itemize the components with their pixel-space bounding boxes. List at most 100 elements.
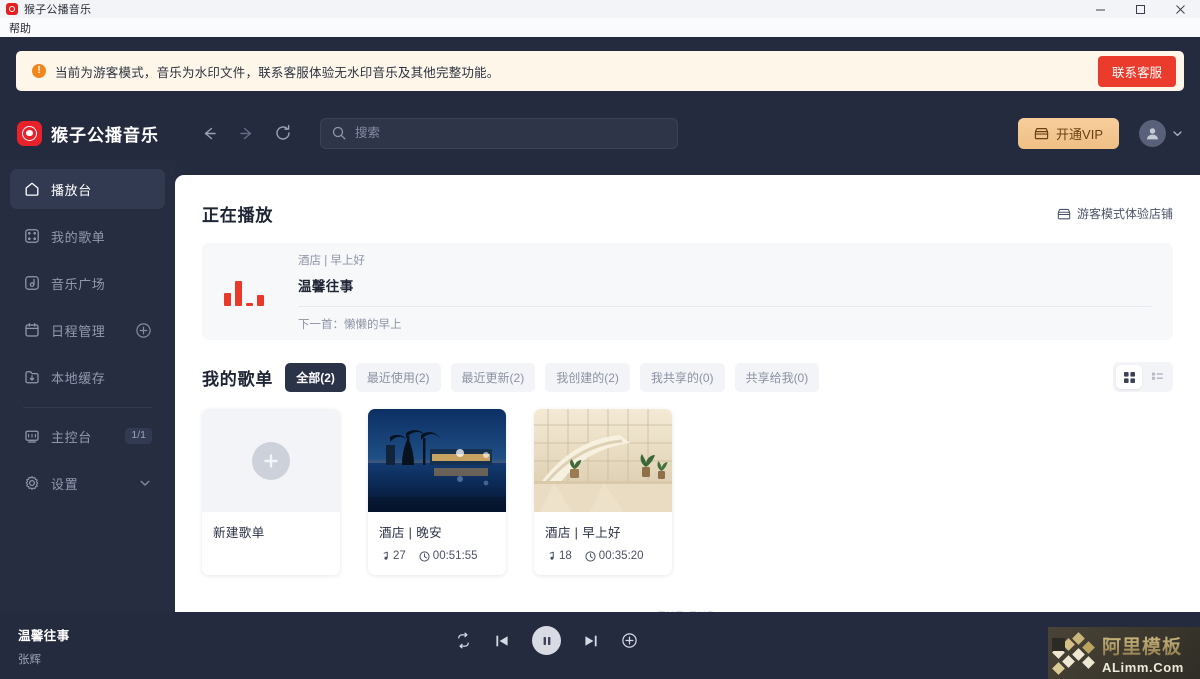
download-folder-icon (23, 369, 40, 385)
brand-name: 猴子公播音乐 (51, 121, 159, 146)
forward-arrow-icon[interactable] (237, 124, 256, 143)
home-icon (23, 181, 40, 197)
warning-icon: ! (32, 64, 46, 78)
playlist-cover-image (534, 409, 672, 512)
song-count: 18 (545, 550, 572, 562)
previous-icon[interactable] (494, 633, 510, 649)
search-icon (332, 126, 346, 140)
duration-value: 00:35:20 (599, 550, 644, 562)
refresh-icon[interactable] (274, 124, 292, 142)
monkey-logo-icon (17, 121, 42, 146)
back-arrow-icon[interactable] (200, 124, 219, 143)
sidebar-item-label: 音乐广场 (51, 274, 105, 293)
calendar-icon (23, 322, 40, 338)
grid-view-button[interactable] (1116, 365, 1142, 389)
menu-bar: 帮助 (0, 18, 1200, 37)
guest-mode-notice: ! 当前为游客模式，音乐为水印文件，联系客服体验无水印音乐及其他完整功能。 联系… (16, 51, 1184, 91)
list-view-button[interactable] (1144, 365, 1170, 389)
card-title: 新建歌单 (213, 522, 329, 541)
clock-icon (585, 551, 596, 562)
maximize-button[interactable] (1120, 0, 1160, 18)
filter-recently-updated[interactable]: 最近更新(2) (451, 363, 536, 392)
now-playing-header: 正在播放 游客模式体验店铺 (175, 175, 1200, 226)
card-title: 酒店 | 早上好 (545, 522, 661, 541)
brand: 猴子公播音乐 (17, 121, 159, 146)
duration: 00:35:20 (585, 550, 644, 562)
card-meta: 27 00:51:55 (379, 550, 495, 562)
music-note-icon (545, 551, 556, 562)
watermark-en: ALimm.Com (1102, 660, 1184, 675)
watermark-cn: 阿里模板 (1102, 632, 1184, 659)
filter-shared-by-me[interactable]: 我共享的(0) (640, 363, 725, 392)
sidebar-item-music-square[interactable]: 音乐广场 (10, 263, 165, 303)
window-title: 猴子公播音乐 (24, 1, 91, 17)
filter-recently-used[interactable]: 最近使用(2) (356, 363, 441, 392)
now-playing-info: 酒店 | 早上好 温馨往事 下一首：懒懒的早上 (298, 252, 1151, 332)
sidebar-item-label: 播放台 (51, 180, 92, 199)
chevron-down-icon[interactable] (138, 476, 152, 490)
sidebar-item-console[interactable]: 主控台 1/1 (10, 416, 165, 456)
divider (298, 306, 1151, 307)
sidebar-item-local-cache[interactable]: 本地缓存 (10, 357, 165, 397)
sidebar-item-schedule[interactable]: 日程管理 (10, 310, 165, 350)
playlist-card[interactable]: 酒店 | 早上好 18 00:35:20 (534, 409, 672, 575)
vip-button-label: 开通VIP (1056, 124, 1103, 143)
account-menu[interactable] (1139, 120, 1184, 147)
card-body: 酒店 | 早上好 18 00:35:20 (534, 512, 672, 575)
sidebar-item-settings[interactable]: 设置 (10, 463, 165, 503)
contact-support-button[interactable]: 联系客服 (1098, 56, 1176, 87)
sidebar-item-playback[interactable]: 播放台 (10, 169, 165, 209)
sidebar-item-my-playlists[interactable]: 我的歌单 (10, 216, 165, 256)
plus-icon (252, 442, 290, 480)
sidebar-item-label: 日程管理 (51, 321, 105, 340)
card-body: 酒店 | 晚安 27 00:51:55 (368, 512, 506, 575)
player-controls (455, 626, 638, 655)
main-content: 正在播放 游客模式体验店铺 酒店 | 早上好 温馨往事 下一首：懒懒的早上 我的… (175, 175, 1200, 643)
next-icon[interactable] (583, 633, 599, 649)
watermark-text: 阿里模板 ALimm.Com (1102, 632, 1184, 675)
now-playing-card[interactable]: 酒店 | 早上好 温馨往事 下一首：懒懒的早上 (202, 243, 1173, 340)
repeat-icon[interactable] (455, 632, 472, 649)
application-window: 猴子公播音乐 帮助 ! 当前为游客模式，音乐为水印文件，联系客服体验无水印音乐及… (0, 0, 1200, 679)
playlist-card[interactable]: 酒店 | 晚安 27 00:51:55 (368, 409, 506, 575)
app-logo-icon (6, 3, 18, 15)
now-playing-source: 酒店 | 早上好 (298, 252, 1151, 268)
search-input[interactable] (355, 126, 666, 140)
minimize-button[interactable] (1080, 0, 1120, 18)
filter-shared-with-me[interactable]: 共享给我(0) (735, 363, 820, 392)
filter-all[interactable]: 全部(2) (285, 363, 346, 392)
player-bar: 温馨往事 张辉 00:10 02:04 (0, 612, 1200, 679)
player-artist: 张辉 (18, 651, 70, 667)
player-track-info: 温馨往事 张辉 (18, 625, 70, 667)
playlist-filters: 全部(2) 最近使用(2) 最近更新(2) 我创建的(2) 我共享的(0) 共享… (285, 363, 819, 392)
pause-icon (541, 635, 553, 647)
song-count-value: 27 (393, 550, 406, 562)
guest-shop-link[interactable]: 游客模式体验店铺 (1057, 205, 1173, 222)
console-icon (23, 428, 40, 444)
menu-item-help[interactable]: 帮助 (5, 19, 35, 37)
equalizer-icon (224, 278, 276, 306)
card-body: 新建歌单 (202, 512, 340, 554)
playlists-title: 我的歌单 (202, 365, 273, 390)
add-icon[interactable] (621, 632, 638, 649)
console-badge: 1/1 (125, 428, 152, 444)
music-square-icon (23, 275, 40, 291)
gear-icon (23, 475, 40, 491)
sidebar: 播放台 我的歌单 音乐广场 日程管理 (0, 161, 175, 643)
player-song-title: 温馨往事 (18, 625, 70, 644)
sidebar-item-label: 我的歌单 (51, 227, 105, 246)
filter-created-by-me[interactable]: 我创建的(2) (545, 363, 630, 392)
close-button[interactable] (1160, 0, 1200, 18)
pause-button[interactable] (532, 626, 561, 655)
avatar (1139, 120, 1166, 147)
open-vip-button[interactable]: 开通VIP (1018, 118, 1119, 149)
new-playlist-card[interactable]: 新建歌单 (202, 409, 340, 575)
add-schedule-icon[interactable] (135, 322, 152, 339)
sidebar-item-label: 本地缓存 (51, 368, 105, 387)
new-playlist-thumb (202, 409, 340, 512)
search-box[interactable] (320, 118, 678, 149)
page-title: 正在播放 (202, 201, 273, 226)
song-count-value: 18 (559, 550, 572, 562)
music-note-icon (379, 551, 390, 562)
playlists-header: 我的歌单 全部(2) 最近使用(2) 最近更新(2) 我创建的(2) 我共享的(… (175, 340, 1200, 392)
